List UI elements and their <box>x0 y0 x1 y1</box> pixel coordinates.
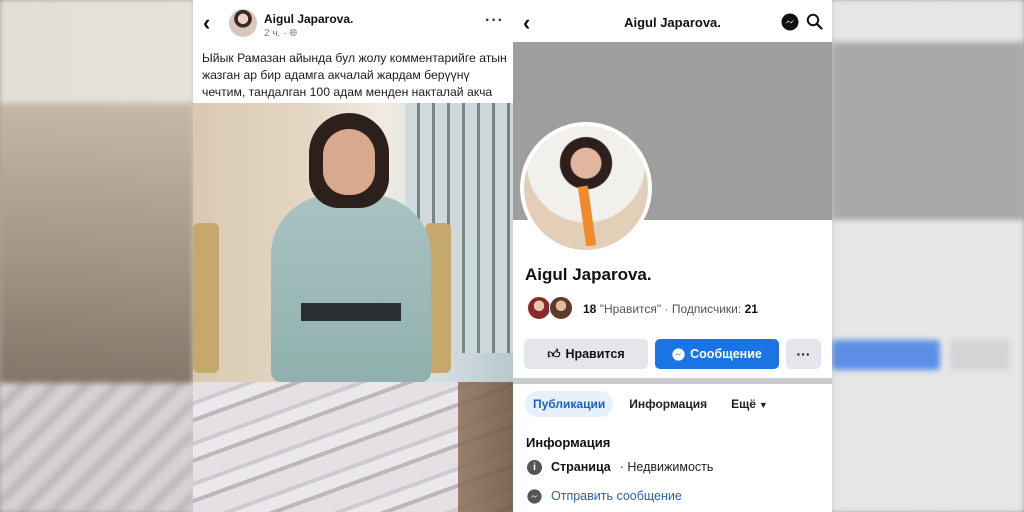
thumbs-up-icon: 👍︎ <box>547 346 561 361</box>
post-photo-woman[interactable] <box>193 103 513 382</box>
likes-summary[interactable]: 18 "Нравится" · Подписчики: 21 <box>527 296 827 322</box>
message-button[interactable]: Сообщение <box>655 339 779 369</box>
liker-avatar <box>527 296 551 320</box>
post-author-name[interactable]: Aigul Japarova. <box>264 12 353 26</box>
info-section-title: Информация <box>526 435 611 450</box>
profile-avatar[interactable] <box>520 122 652 254</box>
info-page-category: i Страница · Недвижимость <box>527 458 713 476</box>
post-header: ‹ Aigul Japarova. 2 ч. · 🌐︎ ··· <box>193 0 513 46</box>
search-icon[interactable] <box>806 13 823 30</box>
likes-followers-text: 18 "Нравится" · Подписчики: 21 <box>583 302 758 316</box>
like-button[interactable]: 👍︎ Нравится <box>524 339 648 369</box>
post-photo-envelopes[interactable] <box>193 382 513 512</box>
globe-icon: 🌐︎ <box>289 28 298 39</box>
tab-more[interactable]: Ещё ▼ <box>723 391 776 417</box>
send-message-link[interactable]: Отправить сообщение <box>527 487 682 505</box>
post-panel: ‹ Aigul Japarova. 2 ч. · 🌐︎ ··· Ыйык Рам… <box>193 0 513 512</box>
profile-tabs: Публикации Информация Ещё ▼ <box>525 390 776 418</box>
tab-information[interactable]: Информация <box>621 391 715 417</box>
liker-avatar <box>549 296 573 320</box>
profile-header: ‹ Aigul Japarova. <box>513 0 832 42</box>
profile-panel: ‹ Aigul Japarova. Aigul Japarova. 18 "Нр… <box>513 0 832 512</box>
more-options-button[interactable]: ··· <box>786 339 821 369</box>
messenger-small-icon <box>527 488 542 504</box>
profile-name: Aigul Japarova. <box>525 265 652 284</box>
back-icon[interactable]: ‹ <box>203 10 210 36</box>
post-author-avatar[interactable] <box>229 9 257 37</box>
info-icon: i <box>527 459 542 475</box>
messenger-small-icon <box>672 347 685 361</box>
tab-publications[interactable]: Публикации <box>525 391 614 417</box>
more-icon[interactable]: ··· <box>485 12 504 30</box>
section-divider <box>513 378 832 384</box>
messenger-icon[interactable] <box>781 13 799 31</box>
blurred-right-copy <box>832 0 1024 512</box>
caret-down-icon: ▼ <box>758 400 768 410</box>
blurred-left-copy <box>0 0 193 512</box>
post-timestamp: 2 ч. · 🌐︎ <box>264 28 298 39</box>
